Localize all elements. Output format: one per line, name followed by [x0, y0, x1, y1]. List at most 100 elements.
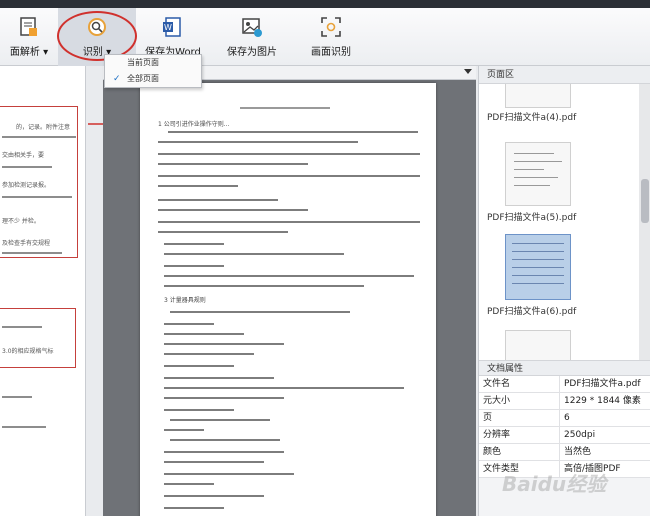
thumbnail-item-selected[interactable]: PDF扫描文件a(6).pdf	[487, 234, 637, 317]
property-row: 页 6	[479, 410, 650, 427]
snippet: 理不少 并检。	[2, 218, 40, 225]
document-page: 1 公司引进作业操作守则... 3 计量器具规则	[140, 83, 436, 516]
thumbnail-image	[505, 234, 571, 300]
word-doc-icon: W	[163, 17, 181, 37]
property-key: 颜色	[483, 447, 502, 457]
property-value: 当然色	[559, 444, 650, 460]
document-viewer[interactable]: 1 公司引进作业操作守则... 3 计量器具规则	[103, 80, 476, 516]
property-row: 分辨率 250dpi	[479, 427, 650, 444]
snippet: 及检查手有交规程	[2, 240, 51, 247]
text-line	[164, 473, 294, 475]
text-line	[158, 185, 238, 187]
text-line	[164, 495, 264, 497]
property-row: 文件名 PDF扫描文件a.pdf	[479, 376, 650, 393]
text-line	[170, 311, 350, 313]
text-line	[2, 252, 62, 254]
text-line	[164, 243, 224, 245]
text-line	[2, 426, 46, 428]
page-header-line	[240, 107, 330, 109]
property-value: 250dpi	[559, 427, 650, 443]
scrollbar-thumb[interactable]	[641, 179, 649, 223]
thumbnail-label: PDF扫描文件a(5).pdf	[487, 213, 577, 223]
text-line	[164, 483, 214, 485]
text-line	[168, 131, 418, 133]
previous-page-strip: 的，记录。附件注意 交由相关手，要 参加检测记录报。 理不少 并检。 及检查手有…	[0, 66, 86, 516]
text-line	[158, 231, 288, 233]
text-line	[164, 397, 284, 399]
document-properties-title: 文档属性	[479, 360, 650, 376]
property-key: 文件名	[483, 379, 511, 389]
text-line	[158, 141, 358, 143]
recognize-dropdown-menu: 当前页面 ✓ 全部页面	[104, 54, 202, 88]
check-icon: ✓	[113, 74, 121, 84]
text-line	[164, 333, 244, 335]
thumbnail-item[interactable]	[487, 330, 637, 360]
text-line	[164, 409, 234, 411]
snippet: 的，记录。附件注意	[16, 124, 71, 131]
snippet: 参加检测记录报。	[2, 182, 51, 189]
menu-item-all-pages[interactable]: ✓ 全部页面	[105, 71, 201, 87]
document-properties-table: 文件名 PDF扫描文件a.pdf 元大小 1229 * 1844 像素 页 6 …	[479, 376, 650, 478]
save-image-label: 保存为图片	[227, 47, 277, 58]
text-line	[2, 396, 32, 398]
text-line	[164, 365, 234, 367]
text-line	[2, 196, 72, 198]
property-row: 颜色 当然色	[479, 444, 650, 461]
text-line	[164, 461, 264, 463]
thumbnail-item[interactable]: PDF扫描文件a(5).pdf	[487, 142, 637, 223]
text-line	[164, 343, 284, 345]
right-panel: 页面区 PDF扫描文件a(4).pdf PDF扫描文件a(5).pdf PDF扫…	[478, 66, 650, 516]
screen-ocr-icon	[321, 17, 341, 37]
thumbnail-scrollbar[interactable]	[639, 84, 650, 360]
text-line	[158, 153, 420, 155]
text-line	[170, 419, 270, 421]
text-line	[164, 253, 344, 255]
page-parse-label: 面解析	[9, 47, 40, 58]
text-line	[164, 323, 214, 325]
thumbnail-image	[505, 330, 571, 360]
annotation-box	[0, 308, 76, 368]
text-line	[170, 439, 280, 441]
text-line	[2, 166, 52, 168]
thumbnail-label: PDF扫描文件a(6).pdf	[487, 307, 577, 317]
thumbnail-image	[505, 142, 571, 206]
property-key: 分辨率	[483, 430, 511, 440]
text-line	[164, 451, 284, 453]
text-line	[158, 163, 308, 165]
section-heading: 3 计量器具规则	[164, 297, 206, 304]
snippet: 3.0的相应规格气标	[2, 348, 54, 355]
save-image-button[interactable]: 保存为图片	[216, 8, 288, 66]
page-parse-button[interactable]: 面解析 ▾	[0, 8, 58, 66]
page-parse-icon	[20, 17, 37, 36]
text-line	[2, 136, 76, 138]
screen-ocr-button[interactable]: 画面识别	[296, 8, 366, 66]
thumbnail-label: PDF扫描文件a(4).pdf	[487, 113, 577, 123]
thumbnail-item[interactable]: PDF扫描文件a(4).pdf	[487, 84, 637, 138]
text-line	[164, 507, 224, 509]
property-row: 元大小 1229 * 1844 像素	[479, 393, 650, 410]
snippet: 交由相关手，要	[2, 152, 45, 159]
property-key: 页	[483, 413, 493, 423]
menu-item-label: 全部页面	[127, 74, 159, 83]
document-text: 1 公司引进作业操作守则...	[158, 121, 230, 128]
window-title-bar	[0, 0, 650, 8]
text-line	[158, 221, 420, 223]
property-value: 1229 * 1844 像素	[559, 393, 650, 409]
pages-panel-title: 页面区	[479, 66, 650, 84]
text-line	[164, 265, 224, 267]
dropdown-arrow-icon[interactable]	[464, 69, 472, 74]
screen-ocr-label: 画面识别	[311, 47, 351, 58]
page-thumbnail-list: PDF扫描文件a(4).pdf PDF扫描文件a(5).pdf PDF扫描文件a…	[479, 84, 639, 360]
text-line	[2, 326, 42, 328]
text-line	[158, 175, 420, 177]
property-value: 6	[559, 410, 650, 426]
menu-item-label: 当前页面	[127, 58, 159, 67]
property-key: 元大小	[483, 396, 511, 406]
text-line	[164, 387, 404, 389]
menu-item-current-page[interactable]: 当前页面	[105, 55, 201, 71]
text-line	[158, 199, 278, 201]
text-line	[164, 353, 254, 355]
text-line	[164, 275, 414, 277]
property-value: PDF扫描文件a.pdf	[559, 376, 650, 392]
watermark: Baidu经验	[502, 472, 607, 496]
